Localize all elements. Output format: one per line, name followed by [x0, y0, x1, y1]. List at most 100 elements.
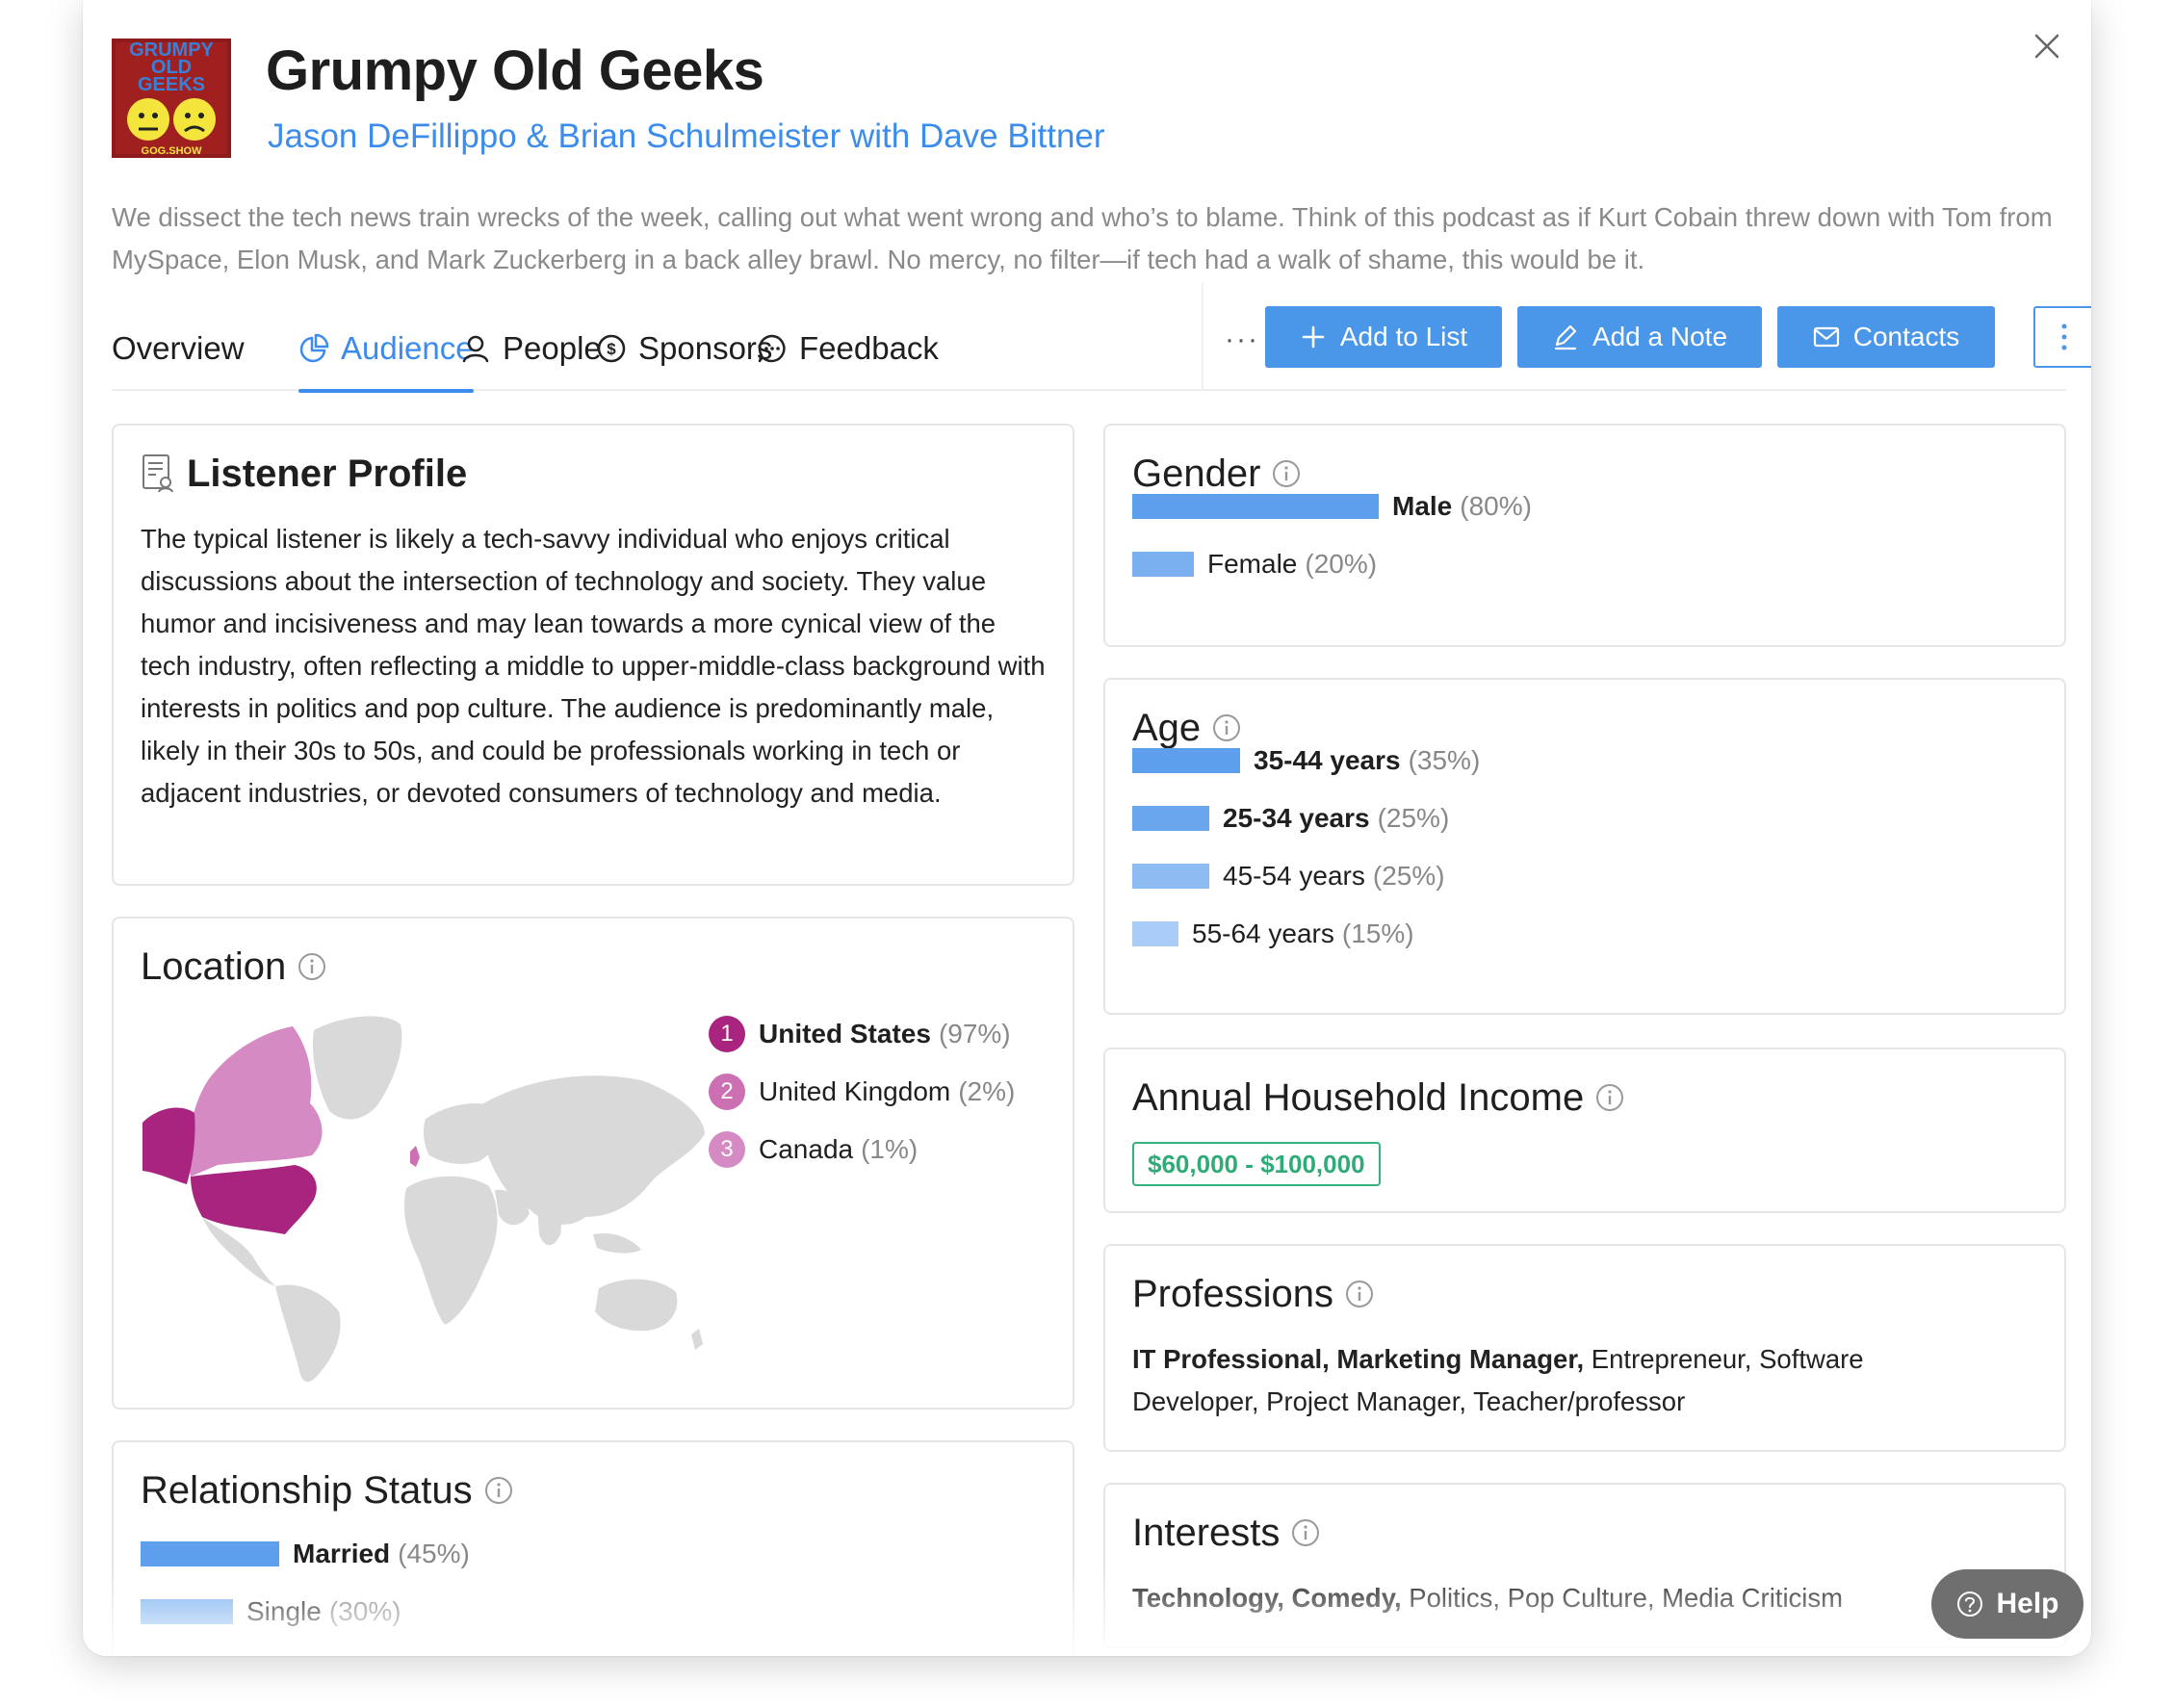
bar-fill — [1132, 748, 1240, 773]
location-name: United States — [759, 1019, 931, 1048]
podcast-modal: GRUMPY OLD GEEKS GOG.SHOW Grumpy Old Gee… — [83, 0, 2091, 1656]
bar-label: Female — [1207, 549, 1298, 579]
tab-people-label: People — [503, 330, 602, 366]
podcast-title: Grumpy Old Geeks — [266, 39, 764, 102]
info-icon[interactable] — [1272, 459, 1301, 488]
dollar-circle-icon: $ — [597, 334, 626, 363]
listener-profile-text: The typical listener is likely a tech-sa… — [141, 524, 1046, 808]
tab-overview[interactable]: Overview — [112, 306, 245, 391]
professions-top: IT Professional, Marketing Manager, — [1132, 1344, 1585, 1374]
gender-card: Gender Male (80%) Female (20%) — [1103, 424, 2066, 647]
svg-text:GEEKS: GEEKS — [138, 74, 205, 95]
tab-bar: Overview Audience People $ Sponsors Feed… — [112, 283, 2091, 393]
info-icon[interactable] — [1595, 1083, 1624, 1112]
location-name: United Kingdom — [759, 1076, 951, 1106]
info-icon[interactable] — [484, 1476, 513, 1505]
svg-text:$: $ — [607, 340, 616, 358]
world-map — [142, 1016, 705, 1383]
location-percent: (1%) — [861, 1134, 919, 1164]
more-actions-button[interactable] — [2033, 306, 2091, 368]
podcast-header: GRUMPY OLD GEEKS GOG.SHOW Grumpy Old Gee… — [112, 39, 2062, 164]
info-icon[interactable] — [1345, 1280, 1374, 1308]
professions-title: Professions — [1132, 1273, 1333, 1315]
bar-label: 55-64 years — [1192, 919, 1334, 948]
professions-card: Professions IT Professional, Marketing M… — [1103, 1244, 2066, 1452]
bar-label: 25-34 years — [1223, 803, 1370, 833]
plus-icon — [1302, 325, 1325, 349]
relationship-card: Relationship Status Married (45%) Single (3… — [112, 1440, 1074, 1656]
add-to-list-button[interactable]: Add to List — [1265, 306, 1502, 368]
tab-sponsors[interactable]: $ Sponsors — [596, 306, 772, 391]
interests-heading: Interests — [1132, 1506, 1320, 1560]
info-icon[interactable] — [298, 952, 326, 981]
bar-row: Female (20%) — [1132, 545, 1377, 583]
bar-fill — [1132, 921, 1178, 946]
bar-percent: (45%) — [398, 1539, 470, 1568]
tab-feedback[interactable]: Feedback — [757, 306, 939, 391]
relationship-heading: Relationship Status — [141, 1463, 513, 1517]
bar-percent: (15%) — [1341, 919, 1414, 948]
bar-label: 45-54 years — [1223, 861, 1365, 891]
tab-people[interactable]: People — [460, 306, 602, 391]
contacts-label: Contacts — [1852, 322, 1960, 351]
age-card: Age 35-44 years (35%) 25-34 years (25%) 45-5… — [1103, 678, 2066, 1015]
bar-row: Male (80%) — [1132, 487, 1532, 526]
more-tabs-button[interactable]: ··· — [1225, 323, 1259, 356]
professions-heading: Professions — [1132, 1267, 1374, 1321]
bar-percent: (20%) — [1305, 549, 1378, 579]
help-button[interactable]: Help — [1931, 1569, 2083, 1639]
rank-badge: 3 — [709, 1131, 745, 1168]
location-percent: (2%) — [958, 1076, 1016, 1106]
podcast-cover-art: GRUMPY OLD GEEKS GOG.SHOW — [112, 39, 231, 158]
svg-text:GOG.SHOW: GOG.SHOW — [142, 145, 203, 157]
kebab-menu-icon — [2061, 323, 2067, 350]
bar-label: Single — [246, 1596, 322, 1626]
bar-label: Male — [1392, 491, 1453, 521]
interests-card: Interests Technology, Comedy, Politics, … — [1103, 1483, 2066, 1648]
rank-badge: 2 — [709, 1074, 745, 1110]
pencil-icon — [1554, 324, 1577, 350]
relationship-title: Relationship Status — [141, 1469, 473, 1512]
add-note-button[interactable]: Add a Note — [1517, 306, 1762, 368]
tab-sponsors-label: Sponsors — [638, 330, 773, 366]
location-percent: (97%) — [938, 1019, 1011, 1048]
add-note-label: Add a Note — [1592, 322, 1728, 351]
location-item: 3 Canada (1%) — [709, 1128, 918, 1171]
bar-fill — [1132, 552, 1194, 577]
bar-label: 35-44 years — [1254, 745, 1401, 775]
info-icon[interactable] — [1291, 1518, 1320, 1547]
interests-top: Technology, Comedy, — [1132, 1583, 1402, 1613]
tab-divider — [1202, 283, 1203, 391]
bar-percent: (80%) — [1460, 491, 1532, 521]
interests-list: Technology, Comedy, Politics, Pop Cultur… — [1132, 1577, 2037, 1619]
bar-row: 55-64 years (15%) — [1132, 915, 1414, 953]
envelope-icon — [1813, 326, 1839, 348]
location-title: Location — [141, 945, 287, 988]
bar-fill — [1132, 494, 1379, 519]
location-heading: Location — [141, 940, 326, 994]
location-name: Canada — [759, 1134, 854, 1164]
location-item: 2 United Kingdom (2%) — [709, 1071, 1015, 1113]
listener-profile-card: Listener Profile The typical listener is… — [112, 424, 1074, 886]
location-card: Location 1 United States (97%) 2 United … — [112, 917, 1074, 1410]
bar-row: Married (45%) — [141, 1535, 470, 1573]
chat-bubble-icon — [758, 334, 786, 363]
tab-feedback-label: Feedback — [799, 330, 939, 366]
podcast-hosts-link[interactable]: Jason DeFillippo & Brian Schulmeister wi… — [268, 116, 1105, 158]
tab-audience[interactable]: Audience — [298, 306, 474, 393]
bar-fill — [1132, 806, 1209, 831]
bar-percent: (30%) — [328, 1596, 401, 1626]
info-icon[interactable] — [1212, 713, 1241, 742]
contacts-button[interactable]: Contacts — [1777, 306, 1995, 368]
bar-row: Single (30%) — [141, 1592, 401, 1631]
bar-fill — [1132, 864, 1209, 889]
income-range-badge: $60,000 - $100,000 — [1132, 1142, 1381, 1186]
bar-row: 25-34 years (25%) — [1132, 799, 1449, 838]
person-icon — [462, 335, 489, 363]
income-heading: Annual Household Income — [1132, 1071, 1624, 1125]
location-item: 1 United States (97%) — [709, 1013, 1011, 1055]
bar-label: Married — [293, 1539, 391, 1568]
bar-row: 45-54 years (25%) — [1132, 857, 1445, 895]
pie-chart-icon — [299, 333, 329, 363]
bar-row: 35-44 years (35%) — [1132, 741, 1480, 780]
